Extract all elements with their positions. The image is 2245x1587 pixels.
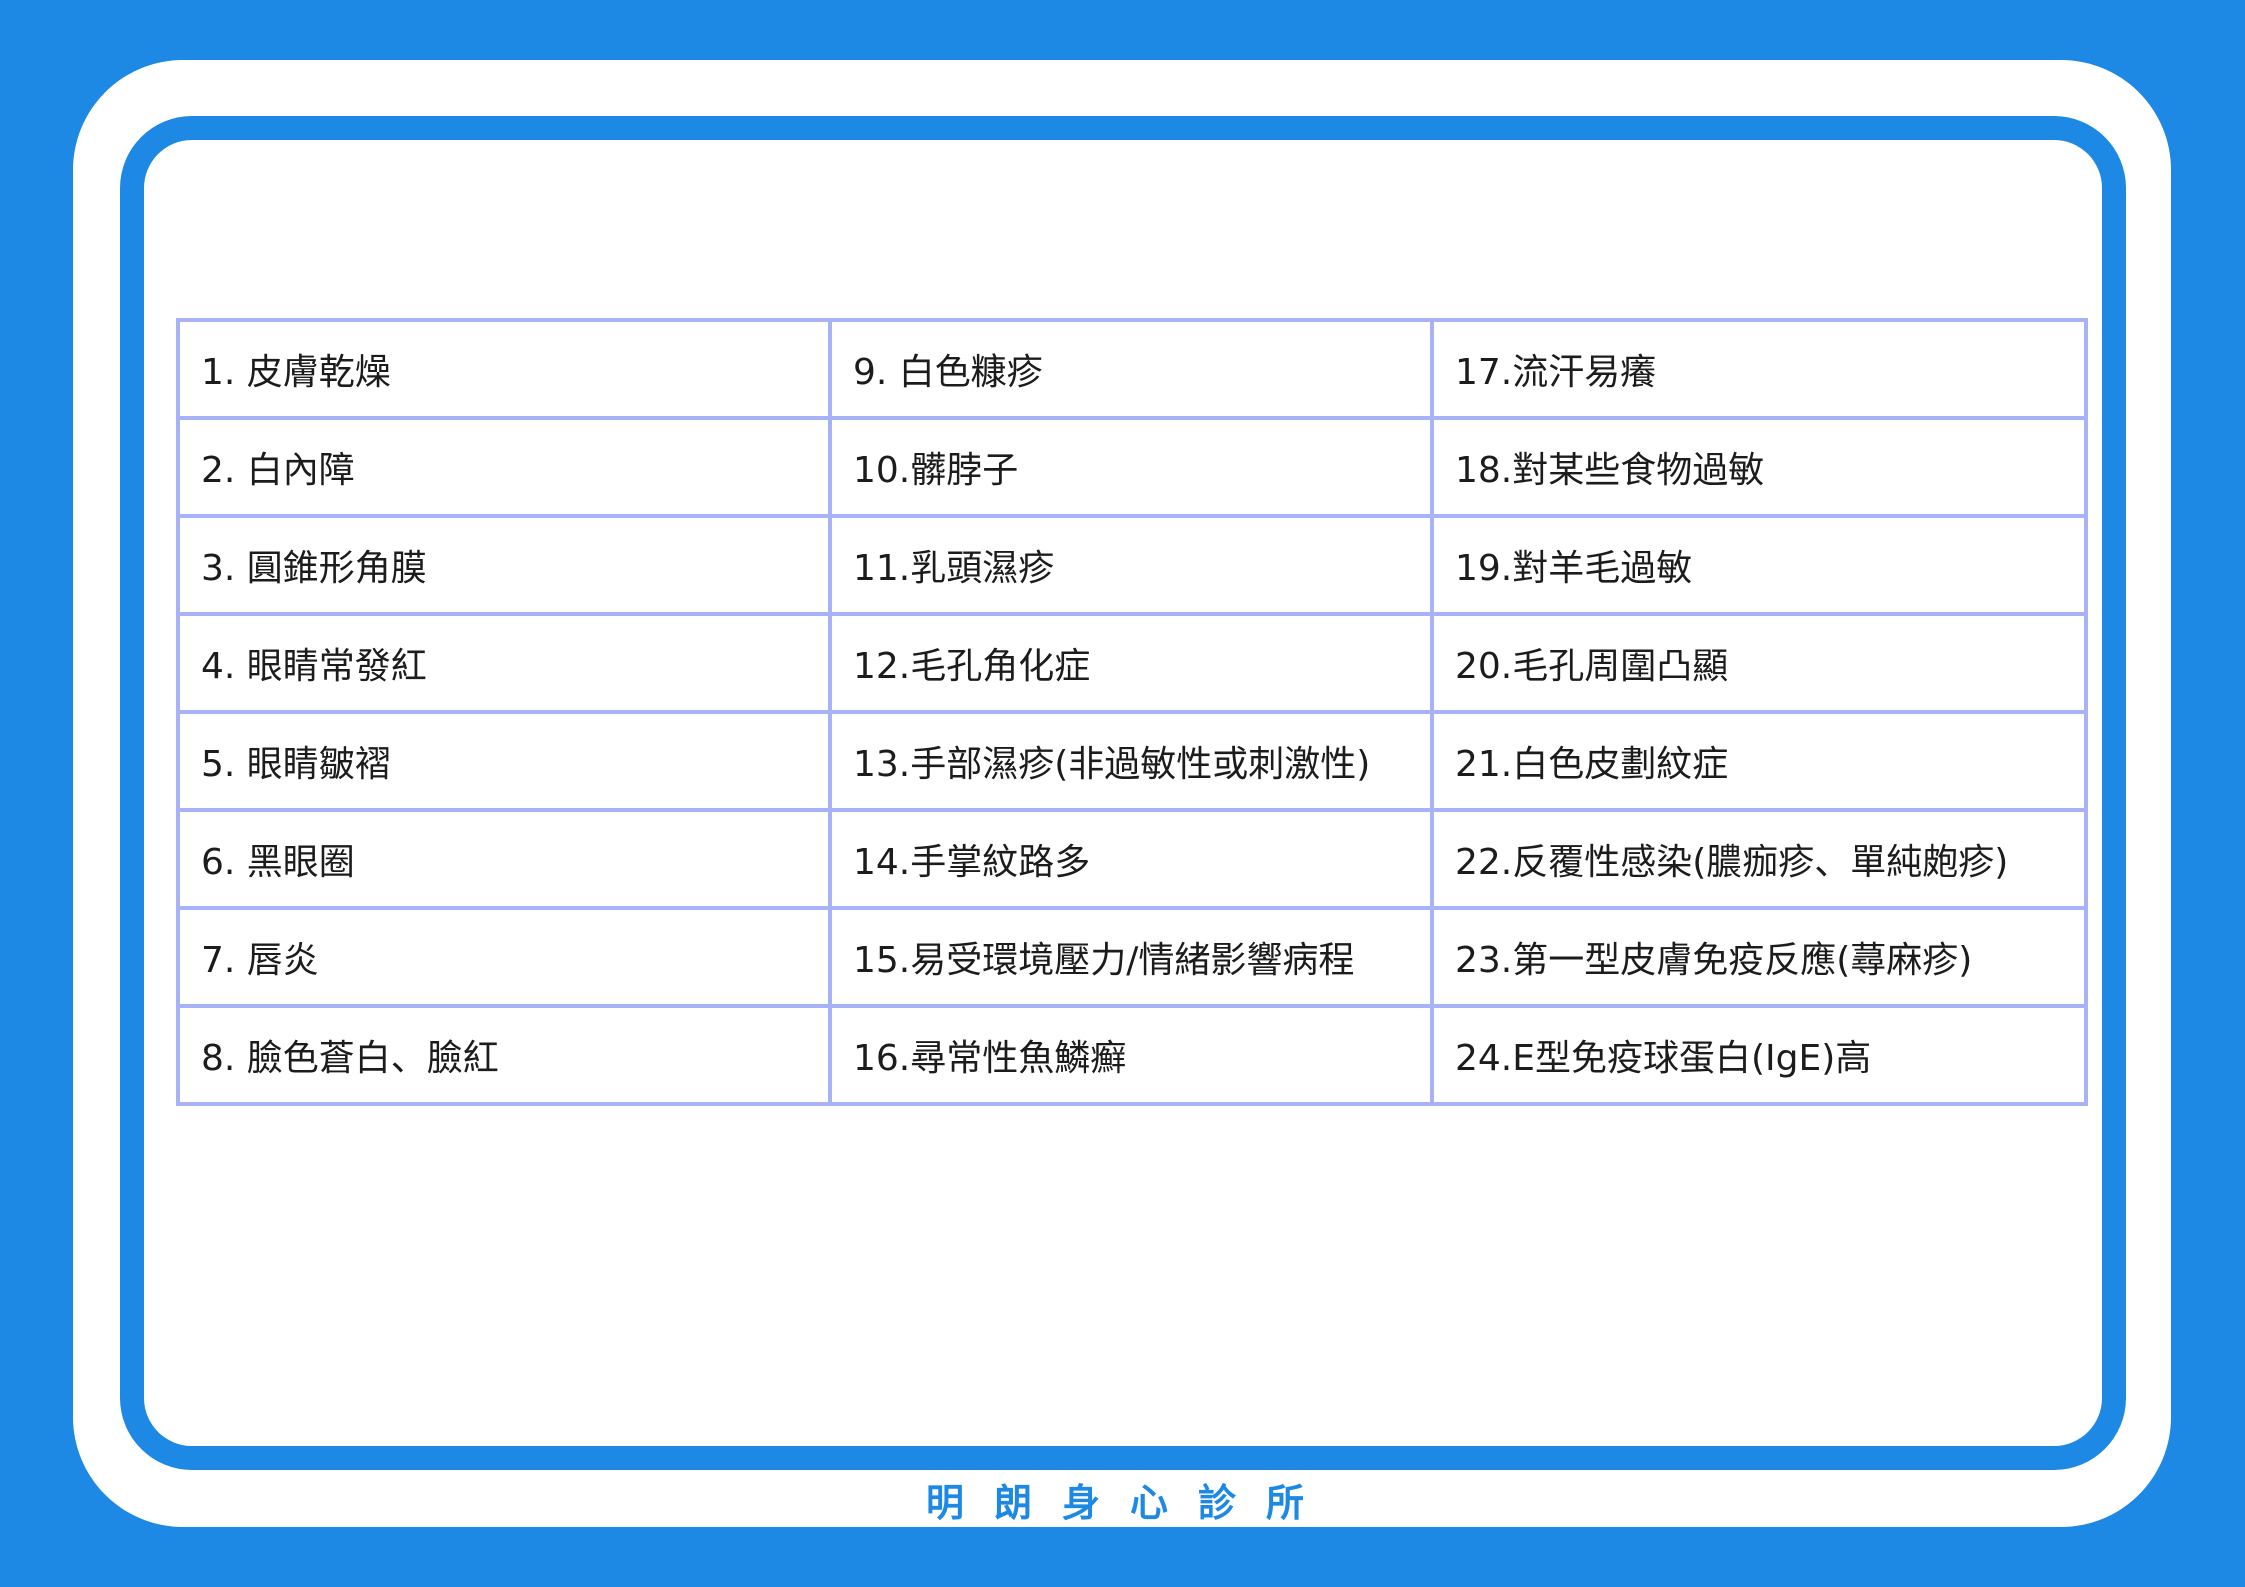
table-cell: 22.反覆性感染(膿痂疹、單純皰疹): [1430, 808, 2088, 910]
criteria-table: 1. 皮膚乾燥 9. 白色糠疹 17.流汗易癢 2. 白內障 10.髒脖子 18…: [176, 318, 2088, 1106]
table-row: 7. 唇炎 15.易受環境壓力/情緒影響病程 23.第一型皮膚免疫反應(蕁麻疹): [176, 906, 2088, 1008]
table-cell: 10.髒脖子: [828, 416, 1434, 518]
table-cell: 4. 眼睛常發紅: [176, 612, 832, 714]
table-cell: 1. 皮膚乾燥: [176, 318, 832, 420]
table-row: 3. 圓錐形角膜 11.乳頭濕疹 19.對羊毛過敏: [176, 514, 2088, 616]
table-cell: 20.毛孔周圍凸顯: [1430, 612, 2088, 714]
table-cell: 23.第一型皮膚免疫反應(蕁麻疹): [1430, 906, 2088, 1008]
clinic-name: 明朗身心診所: [925, 1481, 1334, 1525]
table-cell: 13.手部濕疹(非過敏性或刺激性): [828, 710, 1434, 812]
table-cell: 16.尋常性魚鱗癬: [828, 1004, 1434, 1106]
table-cell: 5. 眼睛皺褶: [176, 710, 832, 812]
table-cell: 7. 唇炎: [176, 906, 832, 1008]
table-cell: 8. 臉色蒼白、臉紅: [176, 1004, 832, 1106]
table-cell: 12.毛孔角化症: [828, 612, 1434, 714]
table-row: 4. 眼睛常發紅 12.毛孔角化症 20.毛孔周圍凸顯: [176, 612, 2088, 714]
table-row: 2. 白內障 10.髒脖子 18.對某些食物過敏: [176, 416, 2088, 518]
table-cell: 15.易受環境壓力/情緒影響病程: [828, 906, 1434, 1008]
table-cell: 18.對某些食物過敏: [1430, 416, 2088, 518]
table-cell: 17.流汗易癢: [1430, 318, 2088, 420]
table-cell: 3. 圓錐形角膜: [176, 514, 832, 616]
table-row: 6. 黑眼圈 14.手掌紋路多 22.反覆性感染(膿痂疹、單純皰疹): [176, 808, 2088, 910]
table-cell: 24.E型免疫球蛋白(IgE)高: [1430, 1004, 2088, 1106]
table-cell: 6. 黑眼圈: [176, 808, 832, 910]
table-row: 1. 皮膚乾燥 9. 白色糠疹 17.流汗易癢: [176, 318, 2088, 420]
table-cell: 2. 白內障: [176, 416, 832, 518]
table-cell: 9. 白色糠疹: [828, 318, 1434, 420]
table-cell: 11.乳頭濕疹: [828, 514, 1434, 616]
table-cell: 21.白色皮劃紋症: [1430, 710, 2088, 812]
table-cell: 19.對羊毛過敏: [1430, 514, 2088, 616]
table-cell: 14.手掌紋路多: [828, 808, 1434, 910]
table-row: 8. 臉色蒼白、臉紅 16.尋常性魚鱗癬 24.E型免疫球蛋白(IgE)高: [176, 1004, 2088, 1106]
table-row: 5. 眼睛皺褶 13.手部濕疹(非過敏性或刺激性) 21.白色皮劃紋症: [176, 710, 2088, 812]
